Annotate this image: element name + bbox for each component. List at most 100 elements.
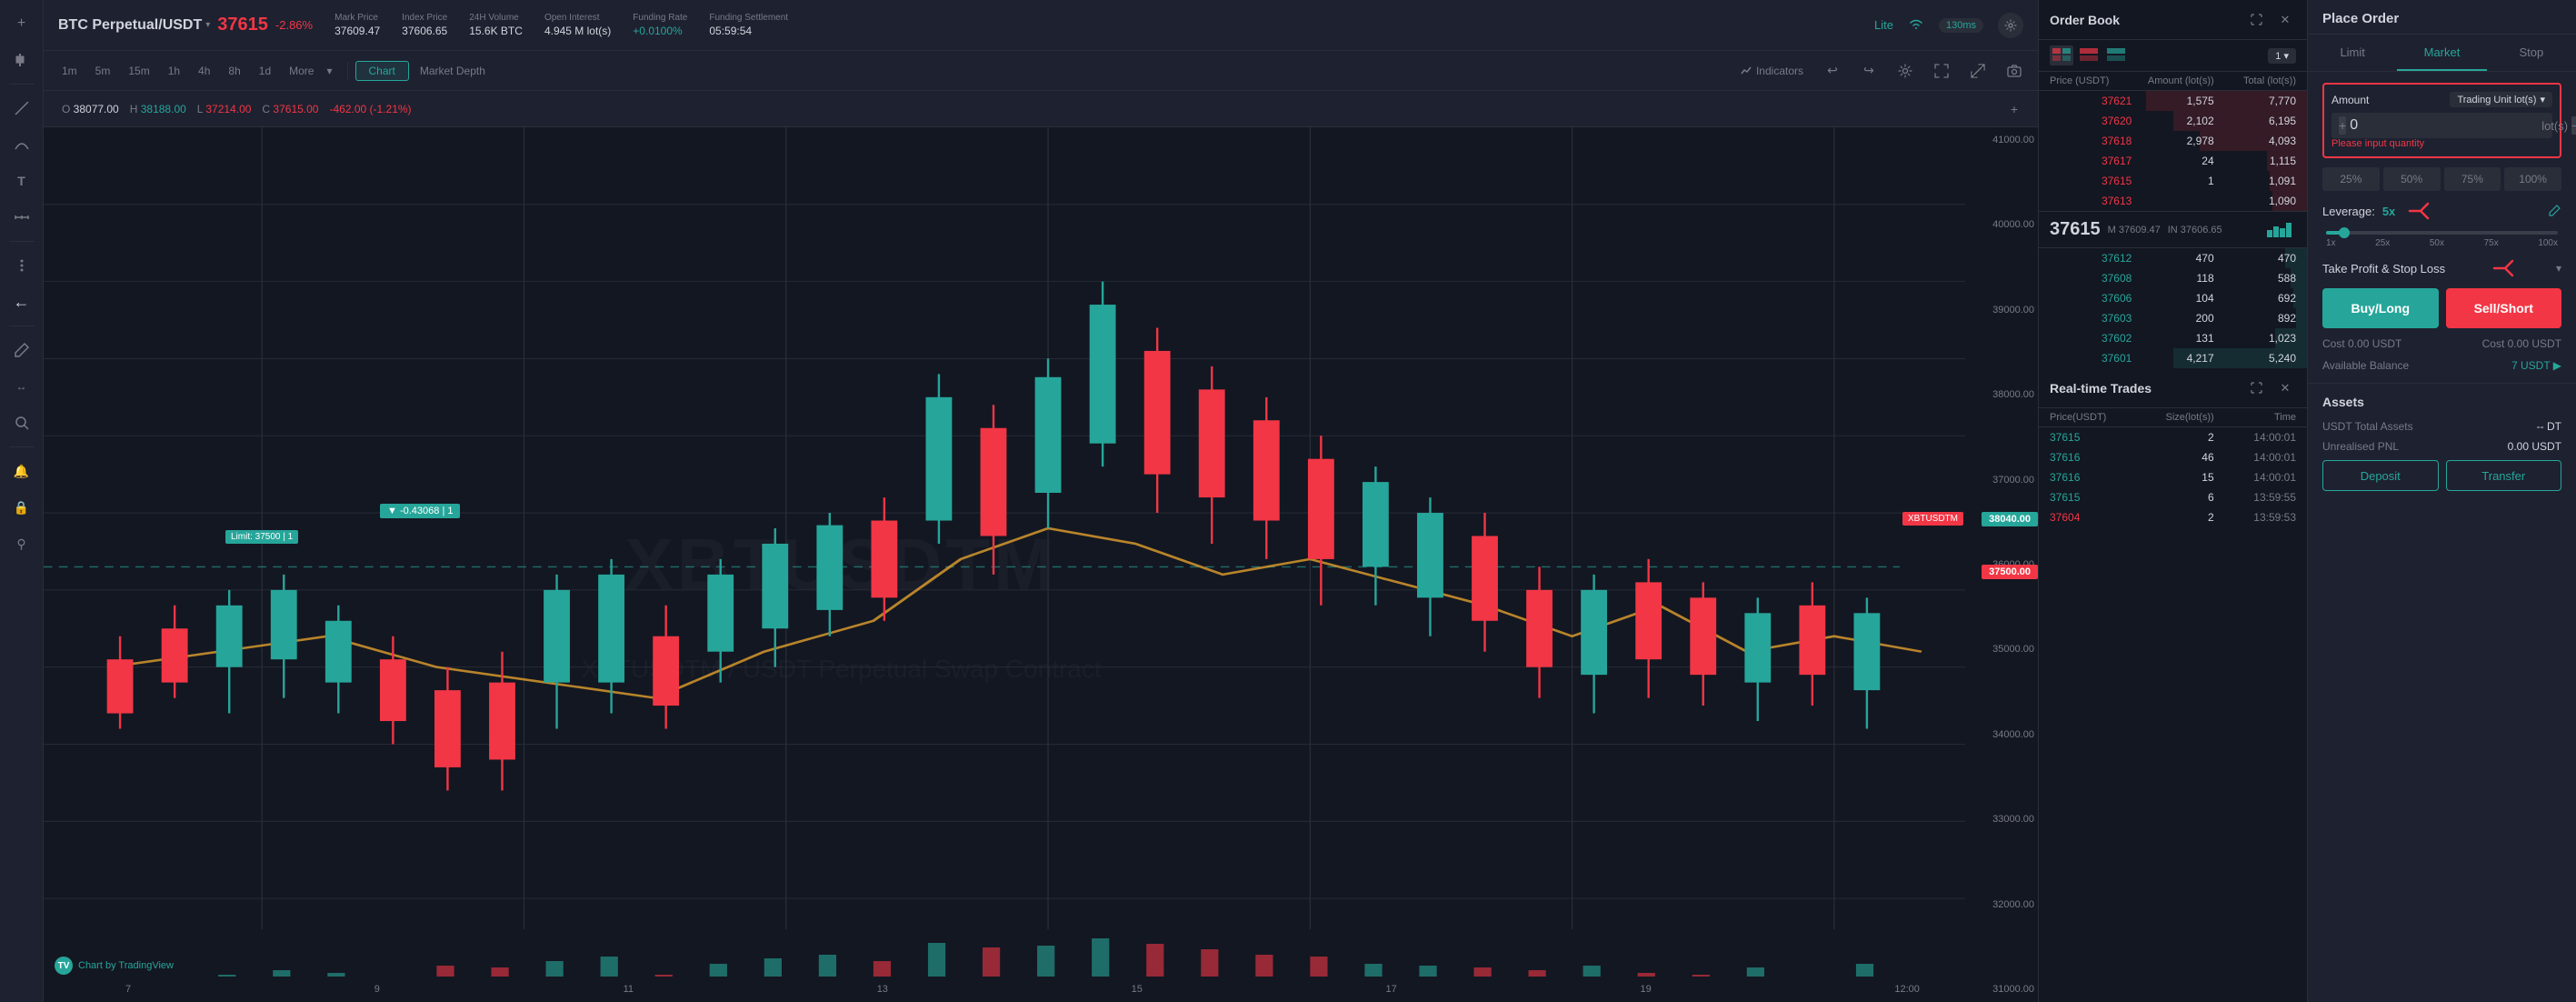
pct-50-btn[interactable]: 50% bbox=[2383, 167, 2441, 191]
ob-ask-row[interactable]: 37620 2,102 6,195 bbox=[2039, 111, 2307, 131]
trades-row[interactable]: 37615 2 14:00:01 bbox=[2039, 427, 2307, 447]
symbol-name: BTC Perpetual/USDT bbox=[58, 17, 202, 34]
slider-thumb[interactable] bbox=[2339, 227, 2350, 238]
magnet-icon[interactable]: ⚲ bbox=[5, 527, 38, 560]
leverage-edit-btn[interactable] bbox=[2549, 204, 2561, 219]
pct-75-btn[interactable]: 75% bbox=[2444, 167, 2501, 191]
chart-settings-btn[interactable] bbox=[1892, 58, 1918, 84]
expand-btn[interactable] bbox=[1965, 58, 1991, 84]
indicators-button[interactable]: Indicators bbox=[1734, 63, 1809, 79]
ob-bid-row[interactable]: 37602 131 1,023 bbox=[2039, 328, 2307, 348]
timeframe-4h[interactable]: 4h bbox=[191, 62, 217, 80]
volume-value: 15.6K BTC bbox=[469, 25, 523, 37]
ob-ask-row[interactable]: 37617 24 1,115 bbox=[2039, 151, 2307, 171]
ob-bid-row[interactable]: 37612 470 470 bbox=[2039, 248, 2307, 268]
available-balance-val[interactable]: 7 USDT ▶ bbox=[2511, 359, 2561, 372]
ob-bid-row[interactable]: 37608 118 588 bbox=[2039, 268, 2307, 288]
ob-ask-row[interactable]: 37615 1 1,091 bbox=[2039, 171, 2307, 191]
open-interest-value: 4.945 M lot(s) bbox=[544, 25, 611, 37]
ruler-tool-icon[interactable]: ↔ bbox=[5, 370, 38, 403]
timeframe-1m[interactable]: 1m bbox=[55, 62, 85, 80]
trades-close-btn[interactable]: ✕ bbox=[2274, 377, 2296, 399]
line-tool-icon[interactable] bbox=[5, 92, 38, 125]
price-35000: 35000.00 bbox=[1969, 644, 2034, 655]
header-stats: Mark Price 37609.47 Index Price 37606.65… bbox=[334, 13, 1852, 37]
ob-ask-row[interactable]: 37613 1,090 bbox=[2039, 191, 2307, 211]
trades-expand-btn[interactable] bbox=[2245, 377, 2267, 399]
price-33000: 33000.00 bbox=[1969, 814, 2034, 825]
bell-icon[interactable]: 🔔 bbox=[5, 455, 38, 487]
amount-input[interactable] bbox=[2350, 117, 2538, 134]
pct-25-btn[interactable]: 25% bbox=[2322, 167, 2380, 191]
crosshair-icon[interactable]: + bbox=[5, 7, 38, 40]
trades-size-header: Size(lot(s)) bbox=[2132, 412, 2213, 423]
deposit-btn[interactable]: Deposit bbox=[2322, 460, 2439, 491]
settings-button[interactable] bbox=[1998, 13, 2023, 38]
symbol-selector[interactable]: BTC Perpetual/USDT ▾ bbox=[58, 17, 210, 34]
ob-ask-row[interactable]: 37618 2,978 4,093 bbox=[2039, 131, 2307, 151]
pnl-label: Unrealised PNL bbox=[2322, 440, 2399, 453]
measure-tool-icon[interactable] bbox=[5, 201, 38, 234]
amount-decrement-btn[interactable]: − bbox=[2571, 116, 2576, 135]
cross-cursor-btn[interactable]: + bbox=[2002, 96, 2027, 122]
trades-row[interactable]: 37616 46 14:00:01 bbox=[2039, 447, 2307, 467]
chart-toolbar: 1m 5m 15m 1h 4h 8h 1d More ▾ Chart Marke… bbox=[44, 51, 2038, 91]
transfer-btn[interactable]: Transfer bbox=[2446, 460, 2562, 491]
redo-btn[interactable]: ↪ bbox=[1856, 58, 1882, 84]
timeframe-1h[interactable]: 1h bbox=[161, 62, 187, 80]
ob-view-sells[interactable] bbox=[2077, 45, 2101, 65]
candle-type-icon[interactable] bbox=[5, 44, 38, 76]
pencil-tool-icon[interactable] bbox=[5, 334, 38, 366]
timeframe-8h[interactable]: 8h bbox=[221, 62, 247, 80]
curve-tool-icon[interactable] bbox=[5, 128, 38, 161]
ob-bid-row[interactable]: 37601 4,217 5,240 bbox=[2039, 348, 2307, 368]
timeframe-15m[interactable]: 15m bbox=[121, 62, 156, 80]
arrow-tool-icon[interactable]: ← bbox=[5, 286, 38, 318]
cost-buy-label: Cost 0.00 USDT bbox=[2322, 337, 2401, 350]
limit-order-qty: | 1 bbox=[283, 532, 293, 542]
unit-selector[interactable]: Trading Unit lot(s) ▾ bbox=[2450, 92, 2552, 107]
text-tool-icon[interactable]: T bbox=[5, 165, 38, 197]
ob-view-both[interactable] bbox=[2050, 45, 2073, 65]
top-header: BTC Perpetual/USDT ▾ 37615 -2.86% Mark P… bbox=[44, 0, 2038, 51]
trades-row[interactable]: 37604 2 13:59:53 bbox=[2039, 507, 2307, 527]
timeframe-more[interactable]: More bbox=[282, 62, 321, 80]
sidebar-divider-4 bbox=[9, 446, 35, 447]
buy-long-btn[interactable]: Buy/Long bbox=[2322, 288, 2439, 328]
timeframe-1d[interactable]: 1d bbox=[252, 62, 278, 80]
trades-row[interactable]: 37615 6 13:59:55 bbox=[2039, 487, 2307, 507]
sell-short-btn[interactable]: Sell/Short bbox=[2446, 288, 2562, 328]
chart-view-btn[interactable]: Chart bbox=[355, 61, 409, 81]
zoom-tool-icon[interactable] bbox=[5, 406, 38, 439]
leverage-slider[interactable]: 1x 25x 50x 75x 100x bbox=[2322, 231, 2561, 248]
more-tools-icon[interactable] bbox=[5, 249, 38, 282]
ping-badge: 130ms bbox=[1939, 18, 1983, 33]
ob-bid-row[interactable]: 37606 104 692 bbox=[2039, 288, 2307, 308]
ob-ask-row[interactable]: 37621 1,575 7,770 bbox=[2039, 91, 2307, 111]
market-tab[interactable]: Market bbox=[2397, 35, 2486, 71]
camera-btn[interactable] bbox=[2002, 58, 2027, 84]
ob-view-buys[interactable] bbox=[2104, 45, 2128, 65]
orderbook-expand-btn[interactable] bbox=[2245, 9, 2267, 31]
lite-button[interactable]: Lite bbox=[1874, 18, 1893, 32]
amount-increment-btn[interactable]: + bbox=[2339, 116, 2346, 135]
tp-sl-label: Take Profit & Stop Loss bbox=[2322, 262, 2445, 276]
price-32000: 32000.00 bbox=[1969, 899, 2034, 910]
undo-btn[interactable]: ↩ bbox=[1820, 58, 1845, 84]
limit-tab[interactable]: Limit bbox=[2308, 35, 2397, 71]
stop-tab[interactable]: Stop bbox=[2487, 35, 2576, 71]
close-value: 37615.00 bbox=[273, 103, 318, 115]
price-41000: 41000.00 bbox=[1969, 135, 2034, 145]
ob-bid-row[interactable]: 37603 200 892 bbox=[2039, 308, 2307, 328]
orderbook-header: Order Book ✕ bbox=[2039, 0, 2307, 40]
trades-row[interactable]: 37616 15 14:00:01 bbox=[2039, 467, 2307, 487]
tp-sl-toggle[interactable]: ▾ bbox=[2556, 262, 2561, 275]
market-depth-btn[interactable]: Market Depth bbox=[413, 62, 493, 80]
ob-precision-selector[interactable]: 1 ▾ bbox=[2268, 48, 2296, 64]
pct-100-btn[interactable]: 100% bbox=[2504, 167, 2561, 191]
tradingview-badge: TV Chart by TradingView bbox=[55, 957, 174, 975]
orderbook-close-btn[interactable]: ✕ bbox=[2274, 9, 2296, 31]
timeframe-5m[interactable]: 5m bbox=[88, 62, 118, 80]
lock-icon[interactable]: 🔒 bbox=[5, 491, 38, 524]
expand-chart-btn[interactable] bbox=[1929, 58, 1954, 84]
